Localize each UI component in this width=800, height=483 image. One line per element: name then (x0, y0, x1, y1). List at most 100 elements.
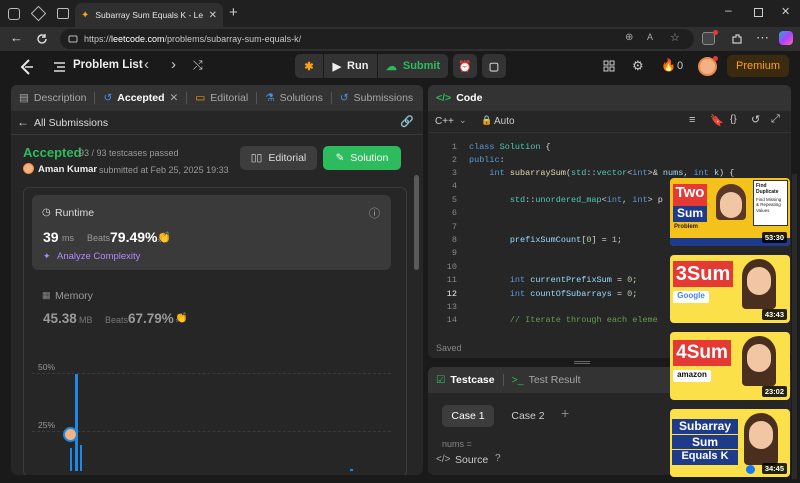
layout-grid-icon[interactable] (603, 60, 615, 72)
memory-card[interactable]: ▦ Memory 45.38 MB Beats 67.79% 👏 (32, 283, 391, 338)
browser-tab-active[interactable]: ✦ Subarray Sum Equals K - LeetCode ✕ (75, 3, 223, 27)
site-info-icon[interactable] (68, 34, 78, 44)
notes-button[interactable]: ▢ (482, 54, 506, 78)
video-thumbnail[interactable]: Two Sum Problem Find Duplicate Find Miss… (670, 178, 790, 246)
bug-icon: ✱ (304, 60, 314, 73)
workspaces-icon[interactable] (30, 5, 47, 22)
case-1-tab[interactable]: Case 1 (442, 405, 494, 427)
info-icon[interactable]: ⓘ (369, 205, 380, 221)
settings-gear-icon[interactable]: ⚙ (632, 58, 644, 74)
close-accepted-tab-icon[interactable]: ✕ (170, 92, 179, 104)
tab-actions-icon[interactable] (57, 8, 69, 19)
tab-test-result[interactable]: Test Result (529, 374, 581, 386)
code-line: prefixSumCount[0] = 1; (509, 235, 623, 245)
bookmark-icon[interactable]: 🔖 (710, 114, 724, 127)
prev-problem-icon[interactable]: ‹ (144, 56, 149, 73)
description-icon: ▤ (19, 92, 29, 104)
video-thumbnail[interactable]: 4Sum amazon 23:02 (670, 332, 790, 400)
source-link[interactable]: Source (455, 454, 488, 466)
tab-description[interactable]: Description (34, 92, 87, 104)
leetcode-logo-icon[interactable] (18, 58, 34, 76)
line-number: 8 (451, 235, 457, 245)
profile-icon[interactable] (8, 8, 20, 20)
chevron-down-icon[interactable]: ⌄ (459, 115, 467, 126)
tab-editorial[interactable]: Editorial (210, 92, 248, 104)
tab-accepted[interactable]: Accepted (117, 92, 164, 104)
runtime-unit: ms (62, 233, 74, 243)
notification-dot (713, 30, 718, 35)
tab-submissions[interactable]: Submissions (354, 92, 414, 104)
format-icon[interactable]: ≡ (689, 114, 695, 126)
back-icon[interactable]: ← (10, 30, 23, 45)
braces-icon[interactable]: {} (730, 114, 737, 125)
runtime-card[interactable]: ◷ Runtime ⓘ 39 ms Beats 79.49% 👏 ✦ Analy… (32, 195, 391, 270)
panel-resize-handle[interactable] (574, 361, 590, 364)
add-case-icon[interactable]: + (561, 405, 569, 421)
random-problem-icon[interactable]: ⤭ (193, 58, 203, 73)
submitter-avatar[interactable] (23, 163, 34, 174)
all-submissions-link[interactable]: All Submissions (34, 117, 108, 129)
copilot-icon[interactable] (779, 31, 793, 45)
auto-mode[interactable]: Auto (494, 116, 515, 127)
link-icon[interactable]: 🔗 (400, 115, 414, 128)
run-button[interactable]: ▶ Run (324, 54, 377, 78)
timer-button[interactable]: ⏰ (453, 54, 477, 78)
distribution-bar[interactable] (80, 445, 82, 471)
extensions-icon[interactable] (730, 32, 744, 46)
back-arrow-icon[interactable]: ← (17, 115, 29, 129)
analyze-complexity-link[interactable]: Analyze Complexity (57, 251, 140, 262)
video-thumbnail[interactable]: Subarray Sum Equals K 34:45 (670, 409, 790, 477)
line-number: 5 (451, 195, 457, 205)
new-tab-icon[interactable]: + (229, 4, 238, 21)
minimize-icon[interactable]: – (725, 3, 732, 17)
streak-fire-icon[interactable]: 🔥 (661, 58, 676, 72)
flask-icon: ⚗ (265, 92, 275, 104)
premium-button[interactable]: Premium (727, 55, 789, 77)
line-number: 7 (451, 222, 457, 232)
tab-solutions[interactable]: Solutions (280, 92, 323, 104)
related-card-subtitle: Find Missing & Repeating Values (756, 197, 782, 213)
chip-icon: ▦ (42, 290, 51, 300)
distribution-chart: 50% 25% (32, 353, 391, 471)
debug-button[interactable]: ✱ (295, 54, 323, 78)
video-title-2: Sum (673, 206, 707, 222)
zoom-icon[interactable]: ⊕ (625, 32, 633, 43)
solution-button[interactable]: ✎ Solution (323, 146, 401, 170)
submit-button[interactable]: ☁ Submit (378, 54, 448, 78)
edit-icon: ✎ (335, 152, 345, 164)
left-scrollbar[interactable] (414, 175, 419, 270)
help-icon[interactable]: ? (495, 453, 501, 464)
presenter-face (747, 267, 771, 295)
language-select[interactable]: C++ (435, 116, 454, 127)
read-aloud-icon[interactable]: A (647, 32, 653, 42)
distribution-bar[interactable] (350, 469, 353, 471)
video-thumbnail[interactable]: 3Sum Google 43:43 (670, 255, 790, 323)
memory-beats-value: 67.79% (128, 311, 174, 326)
close-window-icon[interactable]: ✕ (781, 5, 790, 18)
omnibox[interactable]: https://leetcode.com/problems/subarray-s… (60, 29, 694, 49)
more-menu-icon[interactable]: ⋯ (756, 30, 769, 46)
problem-list-link[interactable]: Problem List (73, 59, 143, 71)
line-number: 4 (451, 181, 457, 191)
my-position-avatar[interactable] (63, 427, 78, 442)
distribution-bar[interactable] (70, 448, 72, 471)
refresh-icon[interactable] (36, 33, 48, 45)
fullscreen-icon[interactable]: ⤢ (771, 113, 780, 126)
case-2-tab[interactable]: Case 2 (502, 405, 554, 427)
code-title: Code (456, 92, 483, 104)
close-tab-icon[interactable]: ✕ (209, 10, 217, 21)
video-duration: 43:43 (761, 309, 787, 320)
favorite-icon[interactable]: ☆ (670, 31, 680, 44)
code-line: int subarraySum(std::vector<int>& nums, … (489, 168, 735, 178)
submitter-name[interactable]: Aman Kumar (38, 164, 97, 175)
distribution-bar[interactable] (75, 374, 78, 471)
tab-testcase[interactable]: Testcase (450, 374, 494, 386)
reset-icon[interactable]: ↺ (751, 113, 760, 126)
accepted-status: Accepted (23, 145, 82, 160)
next-problem-icon[interactable]: › (171, 56, 176, 73)
submitted-time: submitted at Feb 25, 2025 19:33 (99, 165, 229, 175)
maximize-icon[interactable] (754, 8, 763, 17)
editorial-button[interactable]: ▯▯ Editorial (240, 146, 317, 170)
page-scrollbar[interactable] (792, 174, 797, 479)
problem-list-icon[interactable] (53, 61, 66, 73)
